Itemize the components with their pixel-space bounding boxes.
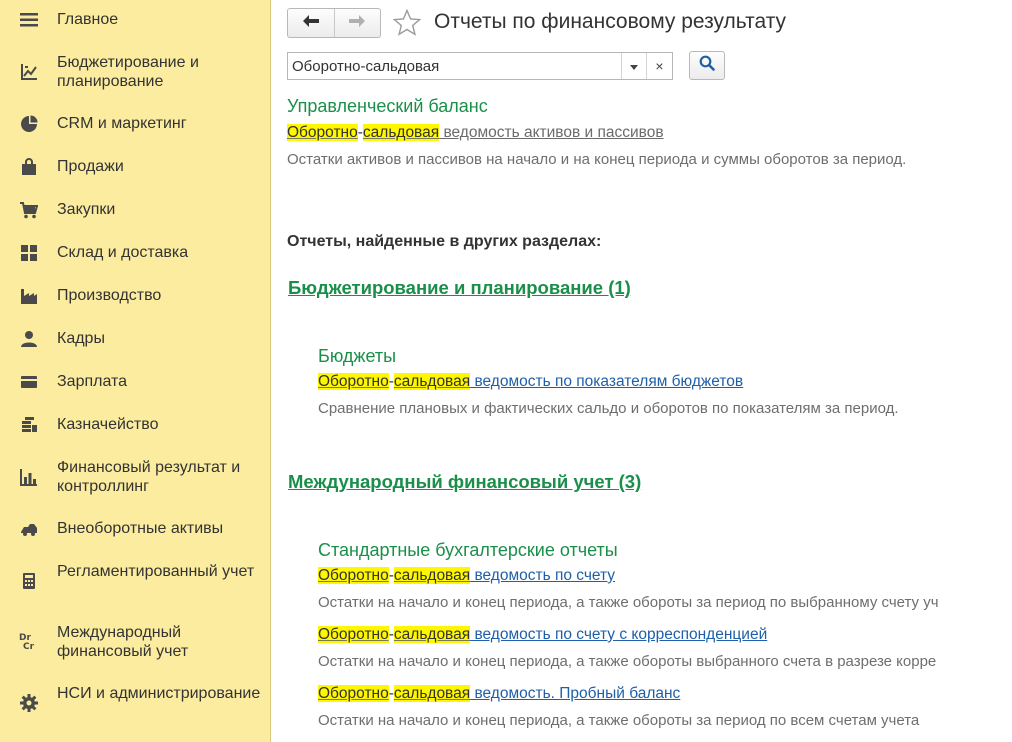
sidebar-item-label: Бюджетирование и планирование	[57, 54, 199, 90]
shopping-cart-icon	[20, 201, 38, 219]
shopping-bag-icon	[20, 158, 38, 176]
sidebar-item-international-accounting[interactable]: Dr Cr Международный финансовый учет	[0, 623, 270, 663]
sidebar-item-sales[interactable]: Продажи	[0, 157, 270, 177]
sidebar-item-label: Продажи	[57, 158, 124, 175]
factory-icon	[20, 287, 38, 305]
search-match-highlight: сальдовая	[362, 124, 440, 141]
search-combobox: ×	[287, 52, 673, 80]
sidebar-item-label: Регламентированный учет	[57, 563, 255, 580]
sidebar-item-label: Зарплата	[57, 373, 128, 390]
report-description: Остатки на начало и конец периода, а так…	[318, 712, 920, 729]
sidebar-item-label: НСИ и администрирование	[57, 685, 261, 702]
sidebar-item-label: Внеоборотные активы	[57, 520, 224, 537]
magnifier-icon	[699, 55, 715, 76]
sidebar-item-purchases[interactable]: Закупки	[0, 200, 270, 220]
sidebar-item-production[interactable]: Производство	[0, 286, 270, 306]
sidebar: Главное Бюджетирование и планирование CR…	[0, 0, 271, 742]
report-link-text: ведомость по счету с корреспонденцией	[470, 626, 768, 643]
sidebar-item-label: Кадры	[57, 330, 105, 347]
search-dropdown-button[interactable]	[621, 53, 646, 79]
sidebar-item-budgeting[interactable]: Бюджетирование и планирование	[0, 53, 270, 93]
person-icon	[20, 330, 38, 348]
report-link[interactable]: Оборотно-сальдовая ведомость по показате…	[318, 372, 743, 391]
warehouse-grid-icon	[20, 244, 38, 262]
history-nav	[287, 8, 381, 38]
sidebar-item-warehouse[interactable]: Склад и доставка	[0, 243, 270, 263]
page-title: Отчеты по финансовому результату	[434, 10, 787, 33]
search-input[interactable]	[288, 53, 622, 79]
sidebar-item-treasury[interactable]: Казначейство	[0, 415, 270, 435]
search-clear-button[interactable]: ×	[646, 53, 672, 79]
section-title-international[interactable]: Международный финансовый учет (3)	[288, 471, 641, 493]
group-title: Стандартные бухгалтерские отчеты	[318, 540, 618, 560]
arrow-right-icon	[349, 14, 366, 32]
report-link[interactable]: Оборотно-сальдовая ведомость. Пробный ба…	[318, 684, 680, 703]
search-match-highlight: сальдовая	[393, 373, 471, 390]
calculator-icon	[20, 572, 38, 590]
search-match-highlight: сальдовая	[393, 567, 471, 584]
gear-icon	[20, 694, 38, 712]
sidebar-item-label: Казначейство	[57, 416, 159, 433]
report-description: Остатки активов и пассивов на начало и н…	[287, 151, 907, 168]
main-content: Отчеты по финансовому результату × Управ…	[271, 0, 1012, 742]
arrow-left-icon	[302, 14, 319, 32]
sidebar-item-label: Главное	[57, 11, 119, 28]
coins-stack-icon	[20, 416, 38, 434]
sidebar-item-label: CRM и маркетинг	[57, 115, 187, 132]
search-match-highlight: сальдовая	[393, 626, 471, 643]
sidebar-item-financial-result[interactable]: Финансовый результат и контроллинг	[0, 458, 270, 498]
back-button[interactable]	[288, 9, 334, 37]
sidebar-item-regulated-accounting[interactable]: Регламентированный учет	[0, 562, 270, 602]
dr-cr-icon: Dr Cr	[19, 632, 41, 654]
report-link[interactable]: Оборотно-сальдовая ведомость по счету с …	[318, 625, 767, 644]
sidebar-item-admin[interactable]: НСИ и администрирование	[0, 684, 270, 724]
star-outline-icon[interactable]	[392, 8, 422, 41]
budget-chart-icon	[20, 63, 38, 81]
report-link[interactable]: Оборотно-сальдовая ведомость по счету	[318, 566, 615, 585]
report-link-text: ведомость. Пробный баланс	[470, 685, 681, 702]
sidebar-item-label: Склад и доставка	[57, 244, 189, 261]
sidebar-item-fixed-assets[interactable]: Внеоборотные активы	[0, 519, 270, 539]
report-description: Остатки на начало и конец периода, а так…	[318, 653, 937, 670]
forward-button[interactable]	[333, 9, 381, 37]
dr-cr-glyph: Cr	[23, 642, 35, 652]
report-link-text: ведомость по счету	[470, 567, 616, 584]
sidebar-item-label: Международный финансовый учет	[57, 624, 189, 660]
truck-icon	[20, 520, 38, 538]
sidebar-item-salary[interactable]: Зарплата	[0, 372, 270, 392]
other-sections-heading: Отчеты, найденные в других разделах:	[287, 233, 602, 250]
sidebar-item-crm[interactable]: CRM и маркетинг	[0, 114, 270, 134]
search-match-highlight: сальдовая	[393, 685, 471, 702]
report-description: Остатки на начало и конец периода, а так…	[318, 594, 939, 611]
group-title: Управленческий баланс	[287, 96, 488, 116]
search-button[interactable]	[689, 51, 725, 80]
report-link[interactable]: Оборотно-сальдовая ведомость активов и п…	[287, 123, 664, 142]
chevron-down-icon	[630, 57, 638, 75]
pie-chart-icon	[20, 115, 38, 133]
sidebar-item-label: Производство	[57, 287, 162, 304]
group-title: Бюджеты	[318, 346, 397, 366]
sidebar-item-hr[interactable]: Кадры	[0, 329, 270, 349]
sidebar-item-main[interactable]: Главное	[0, 10, 270, 30]
search-match-highlight: Оборотно	[287, 124, 358, 141]
wallet-card-icon	[20, 373, 38, 391]
section-title-budgeting[interactable]: Бюджетирование и планирование (1)	[288, 277, 631, 299]
search-match-highlight: Оборотно	[318, 373, 389, 390]
search-match-highlight: Оборотно	[318, 567, 389, 584]
bar-chart-icon	[20, 468, 38, 486]
hamburger-icon	[20, 11, 38, 29]
search-match-highlight: Оборотно	[318, 685, 389, 702]
report-link-text: ведомость активов и пассивов	[439, 124, 664, 141]
sidebar-item-label: Закупки	[57, 201, 116, 218]
search-match-highlight: Оборотно	[318, 626, 389, 643]
close-icon: ×	[655, 58, 664, 74]
sidebar-item-label: Финансовый результат и контроллинг	[57, 459, 241, 495]
report-link-text: ведомость по показателям бюджетов	[470, 373, 744, 390]
report-description: Сравнение плановых и фактических сальдо …	[318, 400, 899, 417]
